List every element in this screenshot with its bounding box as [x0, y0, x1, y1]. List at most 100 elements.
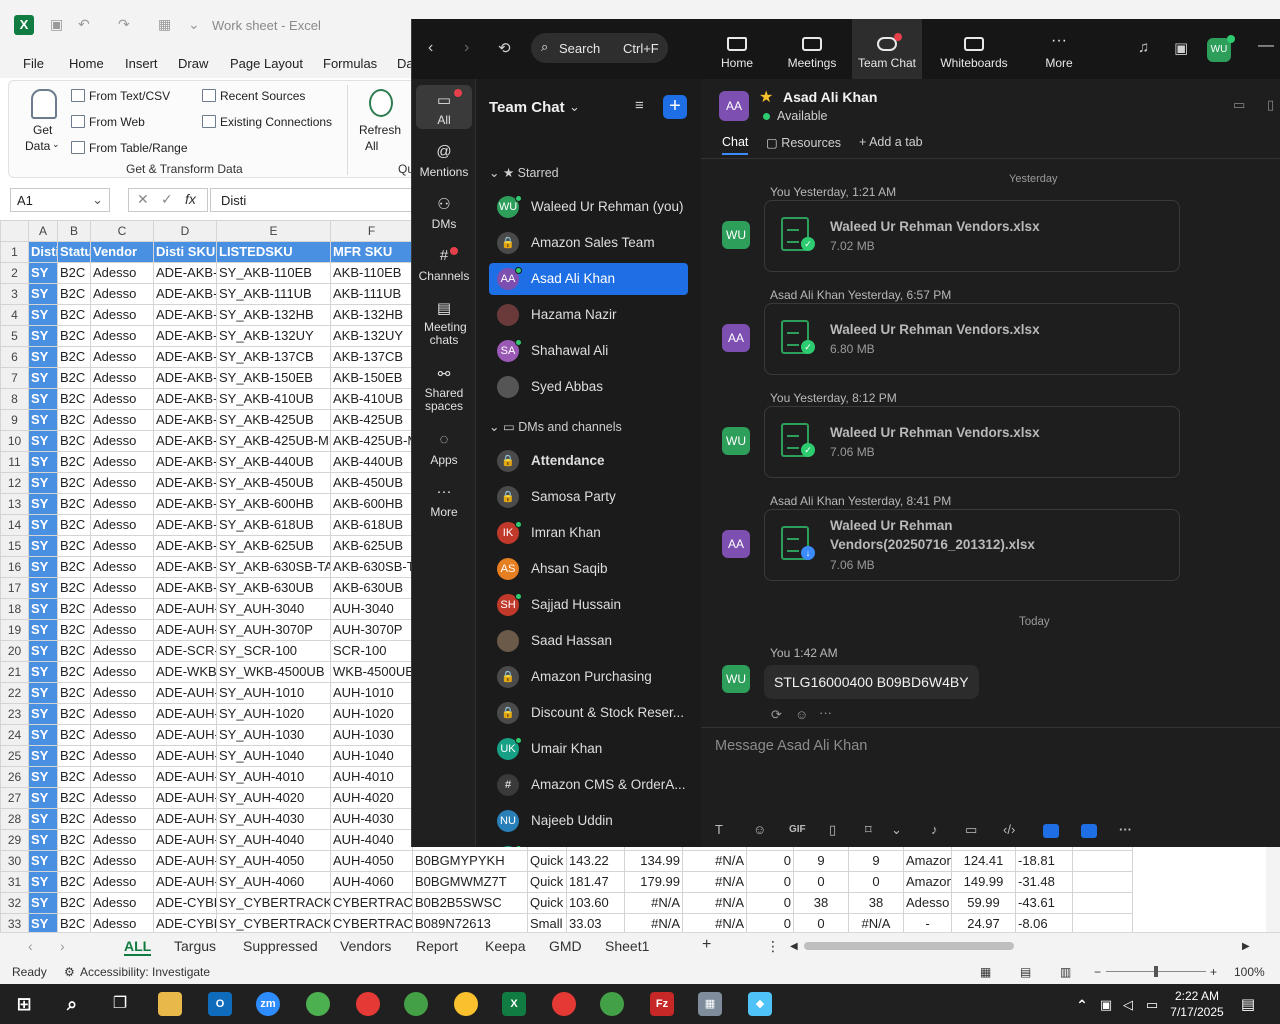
- table-cell[interactable]: ADE-CYBE: [153, 892, 217, 914]
- video-off-icon[interactable]: ▭: [1233, 97, 1245, 113]
- table-cell[interactable]: B2C: [57, 430, 91, 452]
- table-cell[interactable]: AUH-3040: [330, 598, 413, 620]
- zoom-level[interactable]: 100%: [1234, 965, 1265, 979]
- zoom-slider-thumb[interactable]: [1154, 966, 1158, 977]
- table-cell[interactable]: ADE-AUH-: [153, 808, 217, 830]
- table-cell[interactable]: SY: [28, 388, 58, 410]
- gif-icon[interactable]: GIF: [789, 824, 806, 835]
- file-name[interactable]: Waleed Ur Rehman Vendors.xlsx: [830, 320, 1160, 339]
- table-cell[interactable]: SY_AKB-150EB: [216, 367, 331, 389]
- sheet-tab-report[interactable]: Report: [416, 938, 458, 954]
- table-cell[interactable]: Adesso: [90, 598, 154, 620]
- table-cell[interactable]: 0: [746, 892, 794, 914]
- table-cell[interactable]: 24.97: [951, 913, 1016, 932]
- insert-function-icon[interactable]: fx: [185, 191, 196, 207]
- table-cell[interactable]: 134.99: [624, 850, 683, 872]
- excel-app-icon[interactable]: X: [502, 992, 526, 1016]
- rail-meeting-chats[interactable]: ▤ Meeting chats: [412, 299, 476, 347]
- file-icon[interactable]: ▯: [829, 822, 836, 838]
- table-cell[interactable]: SY: [28, 472, 58, 494]
- header-cell[interactable]: Vendor: [90, 241, 154, 263]
- table-cell[interactable]: B2C: [57, 871, 91, 893]
- message-avatar[interactable]: WU: [722, 221, 750, 249]
- chrome-icon-5[interactable]: [552, 992, 576, 1016]
- table-cell[interactable]: SY_AKB-618UB: [216, 514, 331, 536]
- table-cell[interactable]: AKB-630SB-T: [330, 556, 413, 578]
- table-cell[interactable]: AUH-4030: [330, 808, 413, 830]
- undo-icon[interactable]: ↶: [78, 16, 90, 33]
- table-cell[interactable]: SY_AKB-630UB: [216, 577, 331, 599]
- column-header[interactable]: F: [330, 220, 413, 242]
- table-cell[interactable]: SY_AKB-110EB: [216, 262, 331, 284]
- table-cell[interactable]: SY: [28, 598, 58, 620]
- list-item[interactable]: SA Shahawal Ali: [489, 335, 688, 367]
- next-sheet-icon[interactable]: ›: [60, 938, 65, 954]
- list-item[interactable]: 🔒 Amazon Purchasing: [489, 661, 688, 693]
- table-cell[interactable]: B2C: [57, 598, 91, 620]
- format-text-icon[interactable]: T: [715, 822, 723, 837]
- table-cell[interactable]: SY: [28, 367, 58, 389]
- table-cell[interactable]: SY: [28, 871, 58, 893]
- table-cell[interactable]: ADE-AKB-: [153, 346, 217, 368]
- table-cell[interactable]: ADE-AUH-: [153, 850, 217, 872]
- table-cell[interactable]: SY_AKB-137CB: [216, 346, 331, 368]
- table-cell[interactable]: #N/A: [624, 892, 683, 914]
- table-cell[interactable]: AUH-1030: [330, 724, 413, 746]
- table-cell[interactable]: 124.41: [951, 850, 1016, 872]
- table-cell[interactable]: Adesso: [90, 262, 154, 284]
- minimize-icon[interactable]: —: [1258, 37, 1274, 55]
- app-icon[interactable]: [1043, 824, 1059, 838]
- cancel-icon[interactable]: ✕: [137, 191, 149, 208]
- table-cell[interactable]: Amazon: [903, 871, 952, 893]
- table-cell[interactable]: B2C: [57, 913, 91, 932]
- table-cell[interactable]: CYBERTRACKF1: [330, 892, 413, 914]
- table-cell[interactable]: B2C: [57, 556, 91, 578]
- table-cell[interactable]: B2C: [57, 724, 91, 746]
- table-cell[interactable]: Adesso: [90, 472, 154, 494]
- table-cell[interactable]: 33.03: [566, 913, 625, 932]
- table-cell[interactable]: WKB-4500UB: [330, 661, 413, 683]
- table-cell[interactable]: ADE-AKB-: [153, 409, 217, 431]
- table-cell[interactable]: SY: [28, 262, 58, 284]
- chevron-down-icon[interactable]: ⌄: [891, 822, 902, 838]
- header-cell[interactable]: Status: [57, 241, 91, 263]
- table-cell[interactable]: B2C: [57, 640, 91, 662]
- sheet-tab-suppressed[interactable]: Suppressed: [243, 938, 318, 954]
- table-cell[interactable]: [1072, 913, 1133, 932]
- network-icon[interactable]: ▣: [1094, 993, 1118, 1017]
- table-cell[interactable]: 9: [793, 850, 849, 872]
- table-cell[interactable]: Adesso: [90, 325, 154, 347]
- table-cell[interactable]: Quick F: [527, 850, 567, 872]
- table-cell[interactable]: B2C: [57, 577, 91, 599]
- table-cell[interactable]: SY: [28, 493, 58, 515]
- table-cell[interactable]: AKB-440UB: [330, 451, 413, 473]
- tab-home[interactable]: Home: [712, 19, 762, 79]
- table-cell[interactable]: B2C: [57, 682, 91, 704]
- table-cell[interactable]: SY: [28, 640, 58, 662]
- table-cell[interactable]: 0: [848, 871, 904, 893]
- table-cell[interactable]: ADE-AKB-: [153, 367, 217, 389]
- table-cell[interactable]: AKB-425UB-M: [330, 430, 413, 452]
- zoom-out-icon[interactable]: −: [1094, 965, 1101, 979]
- search-box[interactable]: ⌕ Search Ctrl+F: [531, 33, 668, 63]
- enter-icon[interactable]: ✓: [161, 191, 173, 208]
- table-cell[interactable]: SY_AUH-4010: [216, 766, 331, 788]
- table-cell[interactable]: ADE-AUH-: [153, 682, 217, 704]
- table-cell[interactable]: AKB-630UB: [330, 577, 413, 599]
- table-cell[interactable]: ADE-AKB-: [153, 325, 217, 347]
- message-avatar[interactable]: AA: [722, 530, 750, 558]
- table-cell[interactable]: AKB-600HB: [330, 493, 413, 515]
- table-cell[interactable]: ADE-AKB-: [153, 262, 217, 284]
- display-icon[interactable]: ▭: [1140, 993, 1164, 1017]
- get-data-label[interactable]: Get: [33, 123, 52, 137]
- table-cell[interactable]: Adesso: [90, 388, 154, 410]
- table-cell[interactable]: ADE-AKB-: [153, 388, 217, 410]
- sheet-tab-keepa[interactable]: Keepa: [485, 938, 525, 954]
- table-cell[interactable]: AUH-4040: [330, 829, 413, 851]
- list-item[interactable]: # Amazon CMS & OrderA...: [489, 769, 688, 801]
- name-box[interactable]: A1 ⌄: [10, 188, 110, 212]
- table-cell[interactable]: B2C: [57, 787, 91, 809]
- list-item[interactable]: SH Sajjad Hussain: [489, 589, 688, 621]
- task-view-icon[interactable]: ❐: [108, 992, 132, 1016]
- table-cell[interactable]: ADE-AUH-: [153, 871, 217, 893]
